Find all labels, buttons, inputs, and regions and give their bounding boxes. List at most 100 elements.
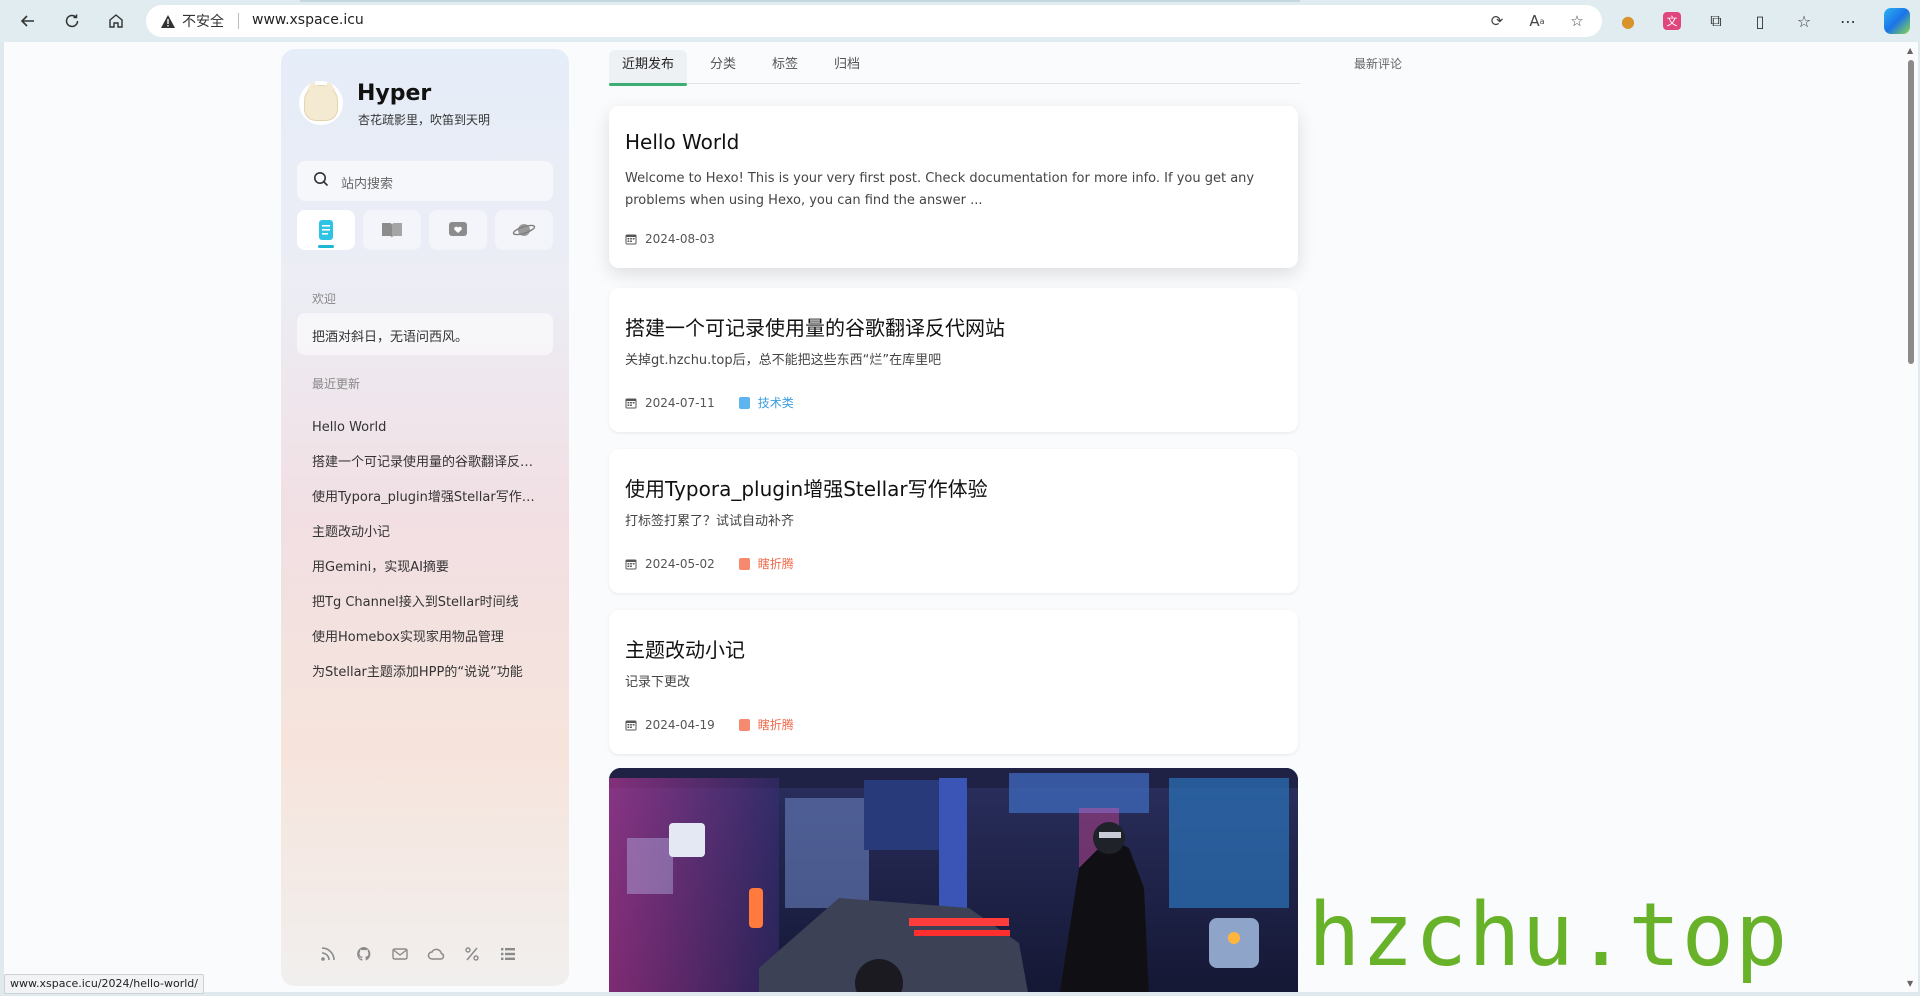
- post-excerpt: 关掉gt.hzchu.top后，总不能把这些东西“烂”在库里吧: [625, 353, 942, 368]
- copilot-icon[interactable]: [1884, 8, 1910, 34]
- post-meta: 2024-05-02 瞎折腾: [625, 555, 794, 572]
- post-category[interactable]: 瞎折腾: [738, 555, 794, 572]
- recent-item[interactable]: 使用Homebox实现家用物品管理: [312, 630, 540, 665]
- calendar-icon: [625, 720, 637, 730]
- sidebar-footer: [319, 945, 517, 963]
- category-label: 瞎折腾: [757, 557, 794, 571]
- mail-icon[interactable]: [391, 945, 409, 963]
- back-button[interactable]: [14, 8, 42, 34]
- recent-item[interactable]: Hello World: [312, 420, 540, 455]
- refresh-icon: [65, 14, 79, 28]
- split-screen-icon[interactable]: ▯: [1746, 9, 1774, 33]
- post-excerpt: Welcome to Hexo! This is your very first…: [625, 171, 1255, 208]
- cat-avatar-icon: [304, 81, 338, 121]
- heart-message-icon: [449, 222, 467, 236]
- calendar-icon: [625, 559, 637, 569]
- home-icon: [109, 14, 123, 28]
- post-card[interactable]: 搭建一个可记录使用量的谷歌翻译反代网站 关掉gt.hzchu.top后，总不能把…: [609, 288, 1298, 432]
- page-scrollbar[interactable]: ▲ ▼: [1904, 42, 1918, 992]
- post-title[interactable]: 搭建一个可记录使用量的谷歌翻译反代网站: [625, 312, 1005, 341]
- tab-wiki[interactable]: [363, 210, 421, 250]
- category-book-icon: [738, 557, 750, 570]
- recent-item[interactable]: 搭建一个可记录使用量的谷歌翻译反代网站: [312, 455, 540, 490]
- planet-icon: [512, 224, 536, 236]
- post-date: 2024-05-02: [645, 556, 715, 571]
- recent-label: 最近更新: [312, 377, 361, 391]
- cookie-extension-icon[interactable]: ●: [1614, 9, 1642, 33]
- recent-list: Hello World 搭建一个可记录使用量的谷歌翻译反代网站 使用Typora…: [312, 420, 540, 700]
- recent-item[interactable]: 为Stellar主题添加HPP的“说说”功能: [312, 665, 540, 700]
- home-button[interactable]: [102, 8, 130, 34]
- sidebar: Hyper 杏花疏影里，吹笛到天明 站内搜索 欢迎 把酒对斜日，无语问西风。 最…: [281, 49, 569, 986]
- search-placeholder: 站内搜索: [341, 177, 394, 192]
- scroll-thumb[interactable]: [1908, 60, 1914, 364]
- back-arrow-icon: [20, 15, 34, 27]
- post-category[interactable]: 瞎折腾: [738, 716, 794, 733]
- search-input[interactable]: 站内搜索: [297, 161, 553, 201]
- post-date: 2024-07-11: [645, 395, 715, 410]
- post-card[interactable]: 主题改动小记 记录下更改 2024-04-19 瞎折腾: [609, 610, 1298, 754]
- post-meta: 2024-04-19 瞎折腾: [625, 716, 794, 733]
- recent-item[interactable]: 使用Typora_plugin增强Stellar写作体验: [312, 490, 540, 525]
- tab-notes[interactable]: [429, 210, 487, 250]
- post-title[interactable]: 使用Typora_plugin增强Stellar写作体验: [625, 473, 988, 502]
- category-label: 技术类: [757, 396, 794, 410]
- scroll-down-arrow-icon[interactable]: ▼: [1907, 979, 1913, 988]
- rss-icon[interactable]: [319, 945, 337, 963]
- category-book-icon: [738, 396, 750, 409]
- post-card[interactable]: Hello World Welcome to Hexo! This is you…: [609, 106, 1298, 268]
- tab-explore[interactable]: [495, 210, 553, 250]
- tab-categories[interactable]: 分类: [697, 50, 749, 84]
- post-date: 2024-04-19: [645, 717, 715, 732]
- welcome-text: 把酒对斜日，无语问西风。: [312, 330, 469, 345]
- site-title[interactable]: Hyper: [357, 81, 431, 106]
- address-bar[interactable]: 不安全 www.xspace.icu ⟳ Aa ☆: [146, 5, 1602, 37]
- github-icon[interactable]: [355, 945, 373, 963]
- post-cover-image[interactable]: [609, 768, 1298, 992]
- scroll-up-arrow-icon[interactable]: ▲: [1907, 46, 1913, 55]
- status-bar-url: www.xspace.icu/2024/hello-world/: [4, 974, 204, 994]
- extension-bar: ● 文 ⧉ ▯ ☆ ⋯: [1614, 9, 1862, 33]
- tab-tags[interactable]: 标签: [759, 50, 811, 84]
- post-meta: 2024-07-11 技术类: [625, 394, 794, 411]
- post-category[interactable]: 技术类: [738, 394, 794, 411]
- calendar-icon: [625, 398, 637, 408]
- more-menu-icon[interactable]: ⋯: [1834, 9, 1862, 33]
- recent-item[interactable]: 把Tg Channel接入到Stellar时间线: [312, 595, 540, 630]
- url-text[interactable]: www.xspace.icu: [252, 12, 364, 28]
- category-label: 瞎折腾: [757, 718, 794, 732]
- post-date: 2024-08-03: [645, 232, 715, 246]
- site-avatar[interactable]: [299, 81, 343, 125]
- sidebar-tabs: [297, 210, 553, 250]
- tab-posts[interactable]: [297, 210, 355, 250]
- favorite-star-icon[interactable]: ☆: [1566, 10, 1588, 32]
- refresh-button[interactable]: [58, 8, 86, 34]
- extensions-puzzle-icon[interactable]: ⧉: [1702, 9, 1730, 33]
- percent-icon[interactable]: [463, 945, 481, 963]
- document-icon: [319, 220, 333, 240]
- tab-recent[interactable]: 近期发布: [609, 50, 688, 86]
- post-excerpt: 记录下更改: [625, 675, 691, 690]
- recent-item[interactable]: 用Gemini，实现AI摘要: [312, 560, 540, 595]
- security-label: 不安全: [182, 14, 224, 30]
- welcome-card: 把酒对斜日，无语问西风。: [297, 313, 553, 355]
- favorites-icon[interactable]: ☆: [1790, 9, 1818, 33]
- read-aloud-icon[interactable]: Aa: [1526, 10, 1548, 32]
- post-card[interactable]: 使用Typora_plugin增强Stellar写作体验 打标签打累了？试试自动…: [609, 449, 1298, 593]
- translate-extension-icon[interactable]: 文: [1663, 12, 1681, 30]
- address-actions: ⟳ Aa ☆: [1486, 10, 1588, 32]
- site-subtitle: 杏花疏影里，吹笛到天明: [358, 113, 491, 127]
- post-title[interactable]: Hello World: [625, 130, 739, 154]
- list-icon[interactable]: [499, 945, 517, 963]
- post-excerpt: 打标签打累了？试试自动补齐: [625, 514, 795, 529]
- app-available-icon[interactable]: ⟳: [1486, 10, 1508, 32]
- tab-archive[interactable]: 归档: [821, 50, 873, 84]
- recent-item[interactable]: 主题改动小记: [312, 525, 540, 560]
- site-security-indicator[interactable]: 不安全: [160, 11, 224, 31]
- main-tab-bar: 近期发布 分类 标签 归档: [609, 50, 1300, 86]
- post-meta: 2024-08-03: [625, 232, 715, 246]
- welcome-label: 欢迎: [312, 292, 337, 306]
- cloud-icon[interactable]: [427, 945, 445, 963]
- book-icon: [382, 223, 402, 238]
- post-title[interactable]: 主题改动小记: [625, 634, 745, 663]
